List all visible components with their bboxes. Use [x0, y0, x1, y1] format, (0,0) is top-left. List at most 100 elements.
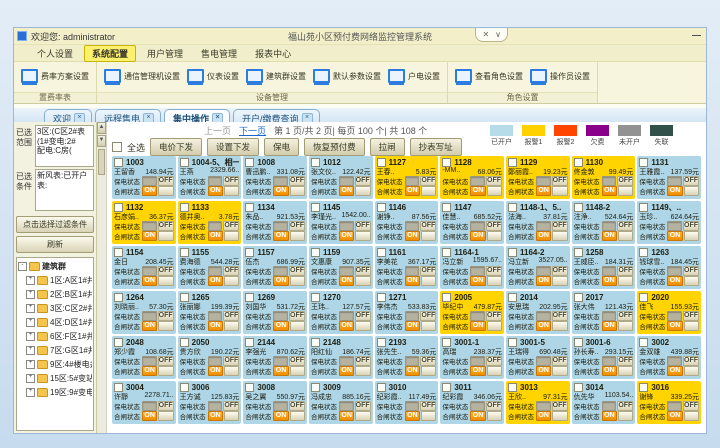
hezha-on-button[interactable]: ON [273, 321, 288, 331]
meter-card[interactable]: 1264 刘晓丽.. 57.30元 保电状态 OFF 合闸状态 ON [112, 291, 176, 334]
hezha-on-button[interactable]: ON [536, 321, 551, 331]
hezha-on-button[interactable]: ON [405, 321, 420, 331]
hezha-off-segment[interactable] [487, 186, 502, 196]
meter-card[interactable]: 1012 张文仪.. 122.42元 保电状态 OFF 合闸状态 ON [309, 156, 373, 199]
baodian-on-segment[interactable] [208, 221, 223, 231]
baodian-on-segment[interactable] [273, 221, 288, 231]
baodian-on-segment[interactable] [667, 266, 682, 276]
hezha-on-button[interactable]: ON [273, 186, 288, 196]
baodian-on-segment[interactable] [339, 176, 354, 186]
baodian-off-button[interactable]: OFF [420, 221, 436, 231]
hezha-toggle[interactable]: ON [142, 366, 174, 376]
hezha-off-segment[interactable] [224, 366, 239, 376]
hezha-toggle[interactable]: ON [273, 366, 305, 376]
hezha-off-segment[interactable] [158, 321, 173, 331]
hezha-off-segment[interactable] [355, 276, 370, 286]
baodian-toggle[interactable]: OFF [602, 356, 634, 366]
baodian-on-segment[interactable] [208, 176, 223, 186]
collapse-icon[interactable]: - [18, 262, 27, 271]
baodian-off-button[interactable]: OFF [617, 356, 633, 366]
hezha-toggle[interactable]: ON [667, 276, 699, 286]
meter-checkbox[interactable] [442, 293, 451, 302]
meter-card[interactable]: 2193 张先生.. 59.36元 保电状态 OFF 合闸状态 ON [375, 336, 439, 379]
skin-close-icon[interactable]: ✕ [482, 30, 489, 39]
ribbon-button[interactable]: 仪表设置 [185, 65, 241, 87]
hezha-off-segment[interactable] [421, 411, 436, 421]
meter-card[interactable]: 3016 谢锋 339.25元 保电状态 OFF 合闸状态 ON [637, 381, 701, 424]
baodian-off-button[interactable]: OFF [552, 311, 568, 321]
hezha-on-button[interactable]: ON [142, 186, 157, 196]
baodian-on-segment[interactable] [470, 401, 485, 411]
baodian-toggle[interactable]: OFF [536, 176, 568, 186]
hezha-off-segment[interactable] [224, 276, 239, 286]
hezha-off-segment[interactable] [552, 321, 567, 331]
hezha-toggle[interactable]: ON [339, 276, 371, 286]
baodian-on-segment[interactable] [339, 266, 354, 276]
meter-checkbox[interactable] [311, 293, 320, 302]
meter-card[interactable]: 1148-1、5.. 法海.. 37.81元 保电状态 OFF 合闸状态 ON [506, 201, 570, 244]
hezha-toggle[interactable]: ON [602, 366, 634, 376]
meter-checkbox[interactable] [245, 203, 254, 212]
baodian-toggle[interactable]: OFF [667, 401, 699, 411]
baodian-off-button[interactable]: OFF [355, 356, 371, 366]
baodian-toggle[interactable]: OFF [142, 356, 174, 366]
hezha-toggle[interactable]: ON [339, 231, 371, 241]
ribbon-button[interactable]: 操作员设置 [528, 65, 592, 87]
baodian-on-segment[interactable] [667, 401, 682, 411]
meter-card[interactable]: 2048 郑少霞 108.68元 保电状态 OFF 合闸状态 ON [112, 336, 176, 379]
baodian-on-segment[interactable] [142, 221, 157, 231]
hezha-toggle[interactable]: ON [667, 186, 699, 196]
baodian-toggle[interactable]: OFF [405, 401, 437, 411]
hezha-off-segment[interactable] [290, 231, 305, 241]
hezha-on-button[interactable]: ON [273, 276, 288, 286]
baodian-off-button[interactable]: OFF [617, 221, 633, 231]
baodian-off-button[interactable]: OFF [420, 356, 436, 366]
hezha-on-button[interactable]: ON [142, 231, 157, 241]
hezha-toggle[interactable]: ON [405, 186, 437, 196]
hezha-off-segment[interactable] [224, 321, 239, 331]
meter-card[interactable]: 1128 -MM.. 68.06元 保电状态 OFF 合闸状态 ON [440, 156, 504, 199]
ribbon-button[interactable]: 户电设置 [386, 65, 442, 87]
hezha-off-segment[interactable] [684, 411, 699, 421]
ribbon-button[interactable]: 默认参数设置 [311, 65, 383, 87]
hezha-off-segment[interactable] [552, 231, 567, 241]
meter-card[interactable]: 1155 费海德 544.28元 保电状态 OFF 合闸状态 ON [178, 246, 242, 289]
meter-card[interactable]: 2020 佳飞 155.93元 保电状态 OFF 合闸状态 ON [637, 291, 701, 334]
baodian-toggle[interactable]: OFF [602, 221, 634, 231]
baodian-on-segment[interactable] [273, 356, 288, 366]
hezha-toggle[interactable]: ON [208, 321, 240, 331]
meter-checkbox[interactable] [377, 158, 386, 167]
hezha-toggle[interactable]: ON [142, 186, 174, 196]
baodian-on-segment[interactable] [405, 311, 420, 321]
hezha-toggle[interactable]: ON [667, 411, 699, 421]
hezha-off-segment[interactable] [421, 231, 436, 241]
meter-checkbox[interactable] [180, 383, 189, 392]
hezha-toggle[interactable]: ON [536, 366, 568, 376]
meter-checkbox[interactable] [639, 338, 648, 347]
hezha-toggle[interactable]: ON [405, 366, 437, 376]
baodian-on-segment[interactable] [339, 401, 354, 411]
baodian-toggle[interactable]: OFF [602, 311, 634, 321]
batch-button[interactable]: 抄表写址 [410, 138, 462, 156]
hezha-off-segment[interactable] [355, 231, 370, 241]
hezha-on-button[interactable]: ON [142, 366, 157, 376]
hezha-toggle[interactable]: ON [470, 321, 502, 331]
hezha-off-segment[interactable] [158, 276, 173, 286]
baodian-off-button[interactable]: OFF [158, 311, 174, 321]
hezha-toggle[interactable]: ON [602, 231, 634, 241]
hezha-on-button[interactable]: ON [208, 321, 223, 331]
meter-checkbox[interactable] [442, 248, 451, 257]
meter-card[interactable]: 2148 阳红仙 186.74元 保电状态 OFF 合闸状态 ON [309, 336, 373, 379]
meter-checkbox[interactable] [574, 203, 583, 212]
baodian-off-button[interactable]: OFF [486, 266, 502, 276]
batch-button[interactable]: 保电 [264, 138, 299, 156]
baodian-on-segment[interactable] [339, 356, 354, 366]
meter-card[interactable]: 1147 佳慧.. 685.52元 保电状态 OFF 合闸状态 ON [440, 201, 504, 244]
hezha-on-button[interactable]: ON [470, 276, 485, 286]
hezha-toggle[interactable]: ON [142, 231, 174, 241]
baodian-off-button[interactable]: OFF [486, 311, 502, 321]
baodian-off-button[interactable]: OFF [617, 176, 633, 186]
baodian-off-button[interactable]: OFF [683, 176, 699, 186]
meter-checkbox[interactable] [180, 338, 189, 347]
hezha-off-segment[interactable] [618, 321, 633, 331]
